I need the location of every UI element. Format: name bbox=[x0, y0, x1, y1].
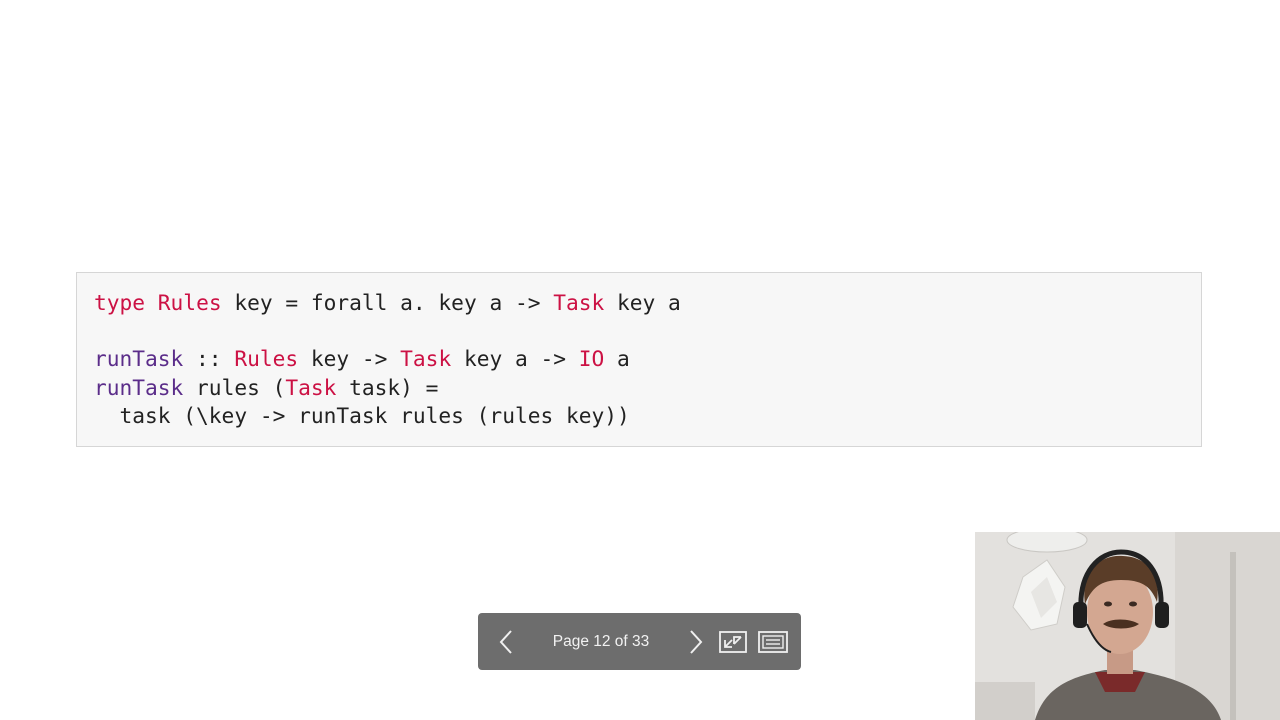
code-token: key = forall a. key a -> bbox=[221, 290, 554, 315]
presenter-video-feed bbox=[975, 532, 1280, 720]
code-line: runTask rules (Task task) = bbox=[94, 373, 438, 403]
chevron-right-icon bbox=[690, 630, 703, 654]
code-line: task (\key -> runTask rules (rules key)) bbox=[94, 401, 630, 431]
code-token: a bbox=[604, 346, 630, 371]
code-block: type Rules key = forall a. key a -> Task… bbox=[76, 272, 1202, 447]
code-token: Task bbox=[553, 290, 605, 315]
code-token: task (\key -> runTask rules (rules key)) bbox=[94, 403, 630, 428]
code-token: task) = bbox=[336, 375, 439, 400]
code-line: type Rules key = forall a. key a -> Task… bbox=[94, 288, 681, 318]
next-page-button[interactable] bbox=[682, 627, 708, 657]
code-token: rules ( bbox=[183, 375, 286, 400]
previous-page-button[interactable] bbox=[494, 627, 520, 657]
sidebar-toggle-button[interactable] bbox=[757, 628, 789, 656]
page-navigation-bar: Page 12 of 33 bbox=[478, 613, 801, 670]
code-token: key a bbox=[604, 290, 681, 315]
code-token: runTask bbox=[94, 375, 184, 400]
code-token: key a -> bbox=[451, 346, 579, 371]
code-token: Rules bbox=[157, 290, 222, 315]
code-token: :: bbox=[183, 346, 235, 371]
exit-fullscreen-icon bbox=[719, 631, 747, 653]
page-indicator: Page 12 of 33 bbox=[552, 633, 650, 650]
code-token: IO bbox=[578, 346, 605, 371]
presenter-webcam-image bbox=[975, 532, 1280, 720]
code-token: type bbox=[94, 290, 146, 315]
code-line: runTask :: Rules key -> Task key a -> IO… bbox=[94, 344, 630, 374]
code-token: Task bbox=[285, 375, 337, 400]
exit-fullscreen-button[interactable] bbox=[718, 628, 748, 656]
code-token: runTask bbox=[94, 346, 184, 371]
chevron-left-icon bbox=[499, 630, 512, 654]
code-token: key -> bbox=[298, 346, 401, 371]
sidebar-toggle-icon bbox=[758, 631, 788, 653]
code-token: Task bbox=[400, 346, 452, 371]
code-token: Rules bbox=[234, 346, 299, 371]
